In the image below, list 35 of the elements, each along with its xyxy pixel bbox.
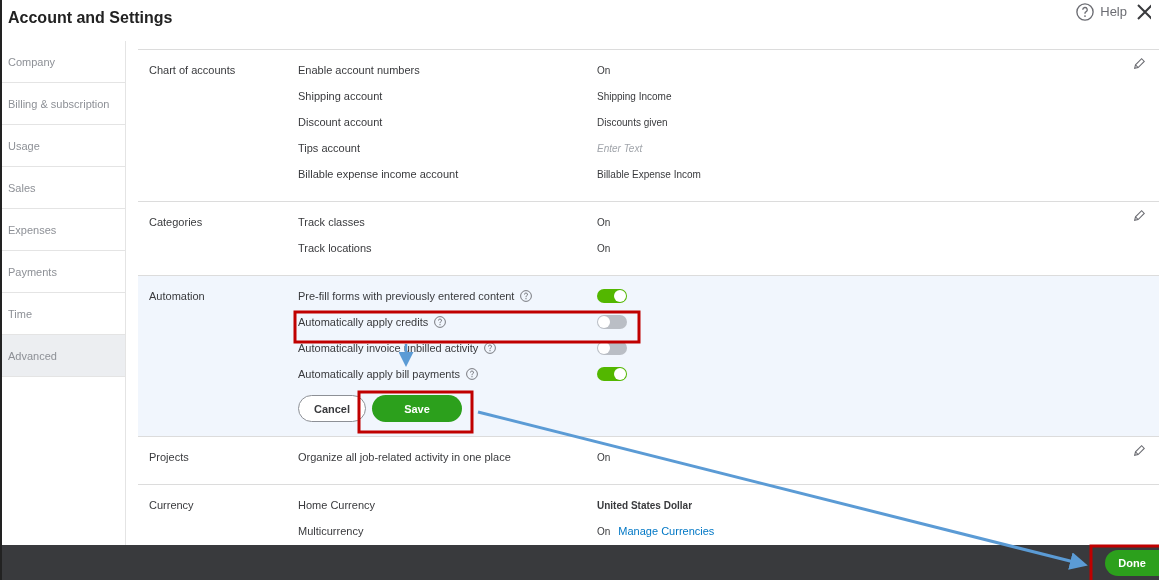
setting-value: On <box>597 451 611 463</box>
text-input[interactable]: Enter Text <box>597 141 643 155</box>
setting-label: Automatically apply credits <box>298 316 597 328</box>
setting-label: Shipping account <box>298 90 384 102</box>
setting-value: Discounts given <box>597 116 668 128</box>
setting-label: Automatically apply bill payments <box>298 368 597 380</box>
setting-value: On <box>597 216 611 228</box>
section-title: Chart of accounts <box>149 63 237 78</box>
section-title: Currency <box>149 498 195 513</box>
setting-label: Enable account numbers <box>298 64 421 76</box>
section-title: Projects <box>149 450 190 465</box>
window-title: Account and Settings <box>8 8 174 27</box>
setting-value: Billable Expense Incom <box>597 168 701 180</box>
cancel-button[interactable]: Cancel <box>298 395 366 422</box>
setting-value: On <box>597 64 611 76</box>
setting-label: Pre-fill forms with previously entered content <box>298 290 597 302</box>
setting-label: Tips account <box>298 142 361 154</box>
help-link[interactable]: Help <box>1076 2 1127 21</box>
setting-value: On <box>597 525 611 537</box>
setting-label: Billable expense income account <box>298 168 460 180</box>
setting-label: Track classes <box>298 216 366 228</box>
section-title: Categories <box>149 215 204 230</box>
setting-value: United States Dollar <box>597 499 693 511</box>
setting-value: On <box>597 242 611 254</box>
section-title: Automation <box>149 289 206 304</box>
setting-label: Track locations <box>298 242 373 254</box>
manage-link[interactable]: Manage Currencies <box>618 525 715 537</box>
setting-value: Shipping Income <box>597 90 672 102</box>
setting-label: Home Currency <box>298 499 377 511</box>
sidebar-item[interactable]: Advanced <box>2 335 125 377</box>
done-button[interactable]: Done <box>1105 549 1159 576</box>
setting-label: Organize all job-related activity in one place <box>298 451 512 463</box>
setting-label: Discount account <box>298 116 384 128</box>
save-button[interactable]: Save <box>372 395 462 422</box>
setting-label: Multicurrency <box>298 525 365 537</box>
